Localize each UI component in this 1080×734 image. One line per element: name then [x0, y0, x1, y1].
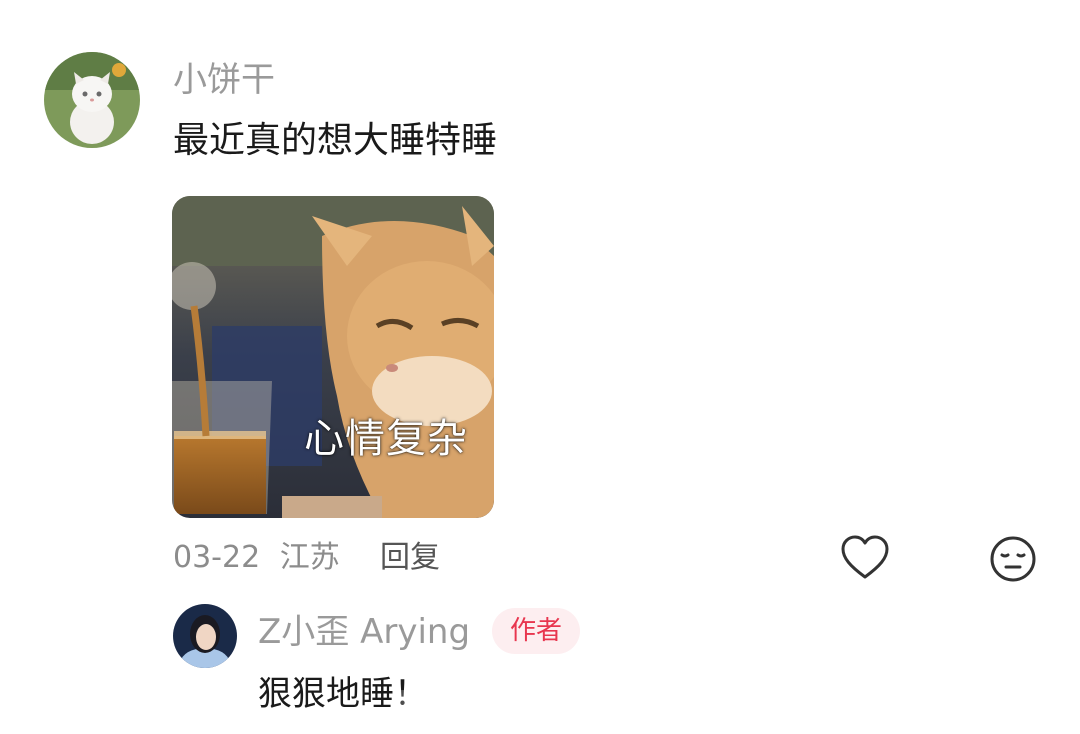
comment-date: 03-22 [173, 540, 261, 575]
author-avatar-image [173, 604, 237, 668]
heart-outline-icon[interactable] [840, 534, 890, 582]
comment-text: 最近真的想大睡特睡 [173, 120, 498, 161]
reply-username[interactable]: Z小歪 Arying [258, 610, 470, 654]
author-badge: 作者 [492, 608, 581, 654]
sticker-caption: 心情复杂 [304, 416, 468, 462]
sticker-image[interactable]: 心情复杂 [172, 196, 494, 518]
comment-meta: 03-22 江苏 [173, 536, 340, 580]
neutral-face-icon[interactable] [988, 534, 1038, 584]
cat-avatar-image [44, 52, 140, 148]
comment-location: 江苏 [279, 540, 340, 575]
avatar[interactable] [44, 52, 140, 148]
content-fade [400, 690, 680, 720]
reply-avatar[interactable] [173, 604, 237, 668]
cat-pouring-tea-image [172, 196, 494, 518]
reply-button[interactable]: 回复 [380, 536, 440, 580]
comment-username[interactable]: 小饼干 [173, 58, 275, 102]
